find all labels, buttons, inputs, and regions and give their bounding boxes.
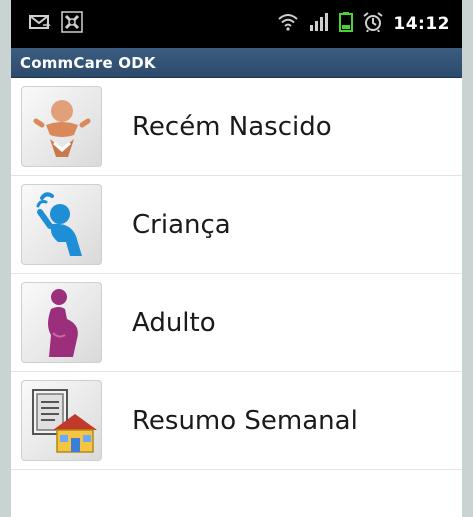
pregnant-woman-icon [21, 282, 102, 363]
menu-item-label: Criança [132, 209, 231, 240]
child-icon [21, 184, 102, 265]
menu-item-label: Adulto [132, 307, 216, 338]
menu-list: Recém Nascido Criança Adulto Resumo Sema… [11, 78, 462, 470]
app-title-bar: CommCare ODK [11, 48, 462, 78]
phone-screen: 14:12 CommCare ODK Recém Nascido Criança… [11, 0, 462, 517]
menu-item-resumo-semanal[interactable]: Resumo Semanal [11, 372, 462, 470]
wifi-icon [277, 13, 299, 36]
menu-item-recem-nascido[interactable]: Recém Nascido [11, 78, 462, 176]
email-icon [29, 14, 51, 35]
app-title: CommCare ODK [20, 53, 156, 72]
alarm-icon [363, 11, 383, 37]
menu-item-label: Recém Nascido [132, 111, 332, 142]
status-bar: 14:12 [11, 0, 462, 48]
newborn-icon [21, 86, 102, 167]
sync-icon [61, 10, 83, 38]
menu-item-label: Resumo Semanal [132, 405, 358, 436]
clock-time: 14:12 [393, 14, 450, 34]
weekly-summary-icon [21, 380, 102, 461]
signal-icon [309, 12, 329, 36]
menu-item-crianca[interactable]: Criança [11, 176, 462, 274]
menu-item-adulto[interactable]: Adulto [11, 274, 462, 372]
battery-icon [339, 11, 354, 37]
